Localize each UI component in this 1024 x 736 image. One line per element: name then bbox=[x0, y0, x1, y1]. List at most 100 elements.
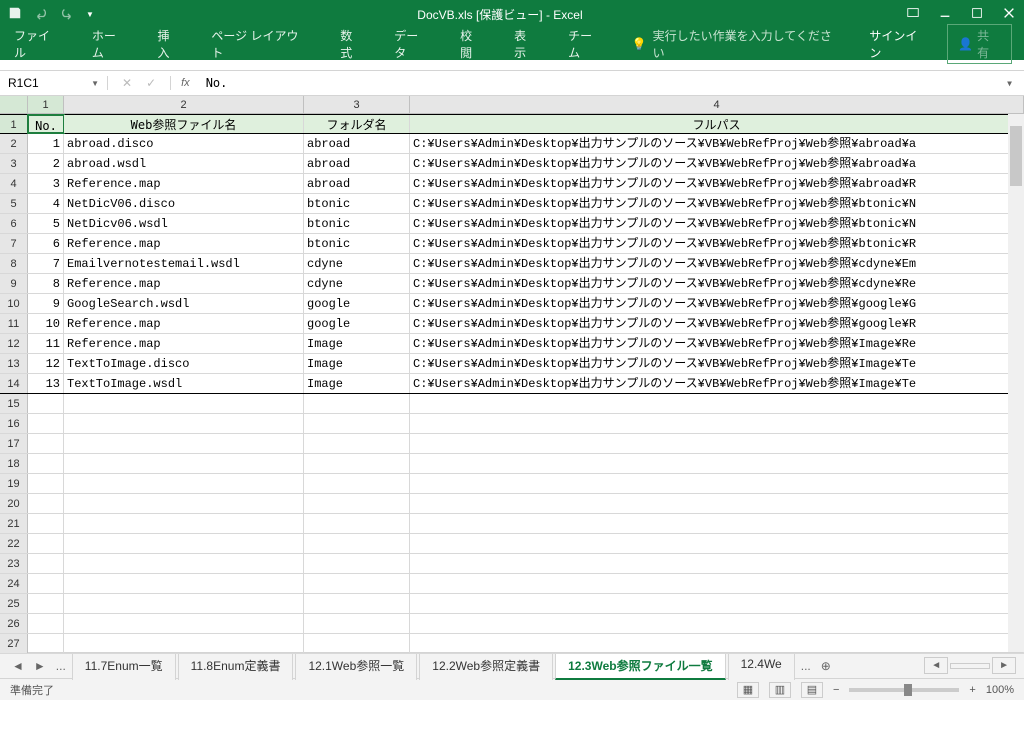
col-header-2[interactable]: 2 bbox=[64, 96, 304, 113]
cell[interactable] bbox=[28, 414, 64, 433]
cell[interactable] bbox=[28, 514, 64, 533]
tab-review[interactable]: 校閲 bbox=[458, 23, 486, 65]
cell[interactable]: 12 bbox=[28, 354, 64, 373]
cell[interactable] bbox=[64, 414, 304, 433]
undo-icon[interactable] bbox=[34, 6, 48, 23]
cell[interactable] bbox=[28, 574, 64, 593]
cell[interactable] bbox=[410, 634, 1024, 653]
cell[interactable] bbox=[64, 574, 304, 593]
cell[interactable]: NetDicV06.disco bbox=[64, 194, 304, 213]
sheet-tab[interactable]: 12.2Web参照定義書 bbox=[419, 652, 553, 680]
cell[interactable] bbox=[64, 634, 304, 653]
tab-insert[interactable]: 挿入 bbox=[155, 23, 183, 65]
cell[interactable]: 7 bbox=[28, 254, 64, 273]
cell[interactable] bbox=[410, 594, 1024, 613]
cell[interactable] bbox=[28, 474, 64, 493]
sheet-ellipsis[interactable]: ... bbox=[52, 659, 70, 673]
cell[interactable] bbox=[410, 574, 1024, 593]
tab-data[interactable]: データ bbox=[392, 23, 432, 65]
share-button[interactable]: 👤 共有 bbox=[947, 24, 1012, 64]
cell[interactable] bbox=[64, 434, 304, 453]
row-header[interactable]: 22 bbox=[0, 534, 28, 553]
cell[interactable]: フルパス bbox=[410, 115, 1024, 133]
cell[interactable] bbox=[304, 514, 410, 533]
cell[interactable] bbox=[64, 594, 304, 613]
cell[interactable]: 4 bbox=[28, 194, 64, 213]
cell[interactable]: google bbox=[304, 314, 410, 333]
cell[interactable] bbox=[28, 454, 64, 473]
row-header[interactable]: 20 bbox=[0, 494, 28, 513]
col-header-3[interactable]: 3 bbox=[304, 96, 410, 113]
maximize-icon[interactable] bbox=[970, 6, 984, 23]
cell[interactable] bbox=[304, 614, 410, 633]
cell[interactable] bbox=[304, 474, 410, 493]
cell[interactable] bbox=[64, 454, 304, 473]
cell[interactable] bbox=[304, 534, 410, 553]
row-header[interactable]: 15 bbox=[0, 394, 28, 413]
cell[interactable] bbox=[304, 554, 410, 573]
tab-view[interactable]: 表示 bbox=[512, 23, 540, 65]
cell[interactable]: C:¥Users¥Admin¥Desktop¥出力サンプルのソース¥VB¥Web… bbox=[410, 334, 1024, 353]
tab-home[interactable]: ホーム bbox=[90, 23, 130, 65]
row-header[interactable]: 19 bbox=[0, 474, 28, 493]
row-header[interactable]: 24 bbox=[0, 574, 28, 593]
sheet-nav-prev[interactable]: ◄ bbox=[8, 659, 28, 673]
cell[interactable]: 11 bbox=[28, 334, 64, 353]
zoom-in-icon[interactable]: + bbox=[969, 684, 975, 696]
cell[interactable] bbox=[64, 394, 304, 413]
row-header[interactable]: 2 bbox=[0, 134, 28, 153]
enter-icon[interactable]: ✓ bbox=[146, 76, 156, 90]
zoom-slider[interactable] bbox=[849, 688, 959, 692]
cell[interactable]: btonic bbox=[304, 214, 410, 233]
cell[interactable] bbox=[410, 394, 1024, 413]
row-header[interactable]: 6 bbox=[0, 214, 28, 233]
cell[interactable]: Reference.map bbox=[64, 234, 304, 253]
cell[interactable]: C:¥Users¥Admin¥Desktop¥出力サンプルのソース¥VB¥Web… bbox=[410, 374, 1024, 393]
formula-input[interactable]: No. ▼ bbox=[200, 76, 1024, 90]
cell[interactable]: 10 bbox=[28, 314, 64, 333]
row-header[interactable]: 16 bbox=[0, 414, 28, 433]
cell[interactable] bbox=[304, 454, 410, 473]
cell[interactable]: C:¥Users¥Admin¥Desktop¥出力サンプルのソース¥VB¥Web… bbox=[410, 154, 1024, 173]
cell[interactable] bbox=[304, 494, 410, 513]
cell[interactable]: C:¥Users¥Admin¥Desktop¥出力サンプルのソース¥VB¥Web… bbox=[410, 314, 1024, 333]
row-header[interactable]: 9 bbox=[0, 274, 28, 293]
cancel-icon[interactable]: ✕ bbox=[122, 76, 132, 90]
row-header[interactable]: 25 bbox=[0, 594, 28, 613]
sheet-tab[interactable]: 12.3Web参照ファイル一覧 bbox=[555, 652, 725, 680]
cell[interactable] bbox=[28, 494, 64, 513]
hscroll-thumb[interactable] bbox=[950, 663, 990, 669]
cell[interactable]: 6 bbox=[28, 234, 64, 253]
cell[interactable] bbox=[28, 634, 64, 653]
cell[interactable]: C:¥Users¥Admin¥Desktop¥出力サンプルのソース¥VB¥Web… bbox=[410, 234, 1024, 253]
cell[interactable] bbox=[304, 414, 410, 433]
cell[interactable]: 5 bbox=[28, 214, 64, 233]
cell[interactable]: フォルダ名 bbox=[304, 115, 410, 133]
cell[interactable]: cdyne bbox=[304, 254, 410, 273]
cell[interactable]: C:¥Users¥Admin¥Desktop¥出力サンプルのソース¥VB¥Web… bbox=[410, 274, 1024, 293]
cell[interactable]: abroad bbox=[304, 174, 410, 193]
minimize-icon[interactable] bbox=[938, 6, 952, 23]
view-pagebreak-icon[interactable]: ▤ bbox=[801, 682, 823, 698]
cell[interactable]: 2 bbox=[28, 154, 64, 173]
cell[interactable]: btonic bbox=[304, 194, 410, 213]
cell[interactable]: C:¥Users¥Admin¥Desktop¥出力サンプルのソース¥VB¥Web… bbox=[410, 354, 1024, 373]
cell[interactable] bbox=[410, 534, 1024, 553]
cell[interactable]: NetDicv06.wsdl bbox=[64, 214, 304, 233]
row-header[interactable]: 17 bbox=[0, 434, 28, 453]
cell[interactable] bbox=[64, 494, 304, 513]
col-header-1[interactable]: 1 bbox=[28, 96, 64, 113]
cell[interactable]: 3 bbox=[28, 174, 64, 193]
cell[interactable]: TextToImage.wsdl bbox=[64, 374, 304, 393]
new-sheet-icon[interactable]: ⊕ bbox=[817, 659, 835, 673]
row-header[interactable]: 4 bbox=[0, 174, 28, 193]
cell[interactable] bbox=[64, 554, 304, 573]
cell[interactable]: btonic bbox=[304, 234, 410, 253]
sheet-nav-next[interactable]: ► bbox=[30, 659, 50, 673]
cell[interactable] bbox=[410, 554, 1024, 573]
spreadsheet-grid[interactable]: 1 2 3 4 1No.Web参照ファイル名フォルダ名フルパス21abroad.… bbox=[0, 96, 1024, 652]
cell[interactable] bbox=[410, 434, 1024, 453]
row-header[interactable]: 8 bbox=[0, 254, 28, 273]
cell[interactable]: GoogleSearch.wsdl bbox=[64, 294, 304, 313]
close-icon[interactable] bbox=[1002, 6, 1016, 23]
